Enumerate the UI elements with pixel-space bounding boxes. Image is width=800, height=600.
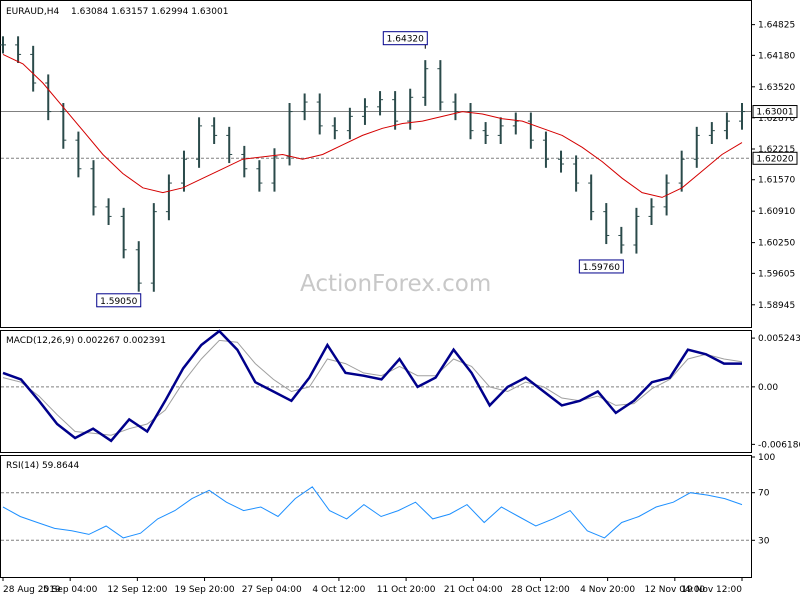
x-tick-label: 4 Nov 20:00 xyxy=(580,585,635,595)
rsi-y-tick-label: 30 xyxy=(758,536,770,546)
chart-canvas: ActionForex.com 1.59050 1.64320 1.59760 1.… xyxy=(0,0,800,595)
macd-header: MACD(12,26,9) 0.002267 0.002391 xyxy=(6,336,166,346)
annotation-label: 1.59760 xyxy=(583,263,620,273)
annotation-label: 1.59050 xyxy=(100,297,137,307)
price-y-tick-label: 1.60250 xyxy=(758,239,795,249)
rsi-y-tick-label: 100 xyxy=(758,453,775,463)
price-y-tick-label: 1.59605 xyxy=(758,269,795,279)
x-tick-label: 4 Oct 12:00 xyxy=(312,585,365,595)
x-tick-label: 19 Sep 20:00 xyxy=(175,585,235,595)
price-level-value: 1.62020 xyxy=(756,154,793,164)
x-tick-label: 19 Nov 12:00 xyxy=(681,585,742,595)
rsi-y-tick-label: 70 xyxy=(758,489,770,499)
x-tick-label: 5 Sep 04:00 xyxy=(43,585,98,595)
price-y-tick-label: 1.60910 xyxy=(758,207,795,217)
price-y-tick-label: 1.61570 xyxy=(758,176,795,186)
macd-y-tick-label: 0.005243 xyxy=(758,334,800,344)
chart-window: ActionForex.com 1.59050 1.64320 1.59760 1.… xyxy=(0,0,800,600)
price-y-tick-label: 1.64825 xyxy=(758,21,795,31)
annotation-label: 1.64320 xyxy=(387,35,424,45)
x-tick-label: 28 Oct 12:00 xyxy=(511,585,570,595)
rsi-header: RSI(14) 59.8644 xyxy=(6,461,79,471)
x-tick-label: 11 Oct 20:00 xyxy=(377,585,436,595)
x-tick-label: 21 Oct 04:00 xyxy=(444,585,503,595)
x-tick-label: 27 Sep 04:00 xyxy=(242,585,302,595)
macd-y-tick-label: 0.00 xyxy=(758,383,778,393)
price-y-tick-label: 1.58945 xyxy=(758,301,795,311)
price-y-tick-label: 1.64180 xyxy=(758,51,795,61)
x-tick-label: 12 Sep 12:00 xyxy=(107,585,167,595)
price-level-value: 1.63001 xyxy=(756,108,793,118)
price-y-tick-label: 1.63520 xyxy=(758,83,795,93)
price-symbol-label: EURAUD,H4 xyxy=(6,7,59,17)
macd-y-tick-label: -0.006186 xyxy=(758,440,800,450)
watermark: ActionForex.com xyxy=(300,271,491,297)
price-ohlc-label: 1.63084 1.63157 1.62994 1.63001 xyxy=(71,7,228,17)
